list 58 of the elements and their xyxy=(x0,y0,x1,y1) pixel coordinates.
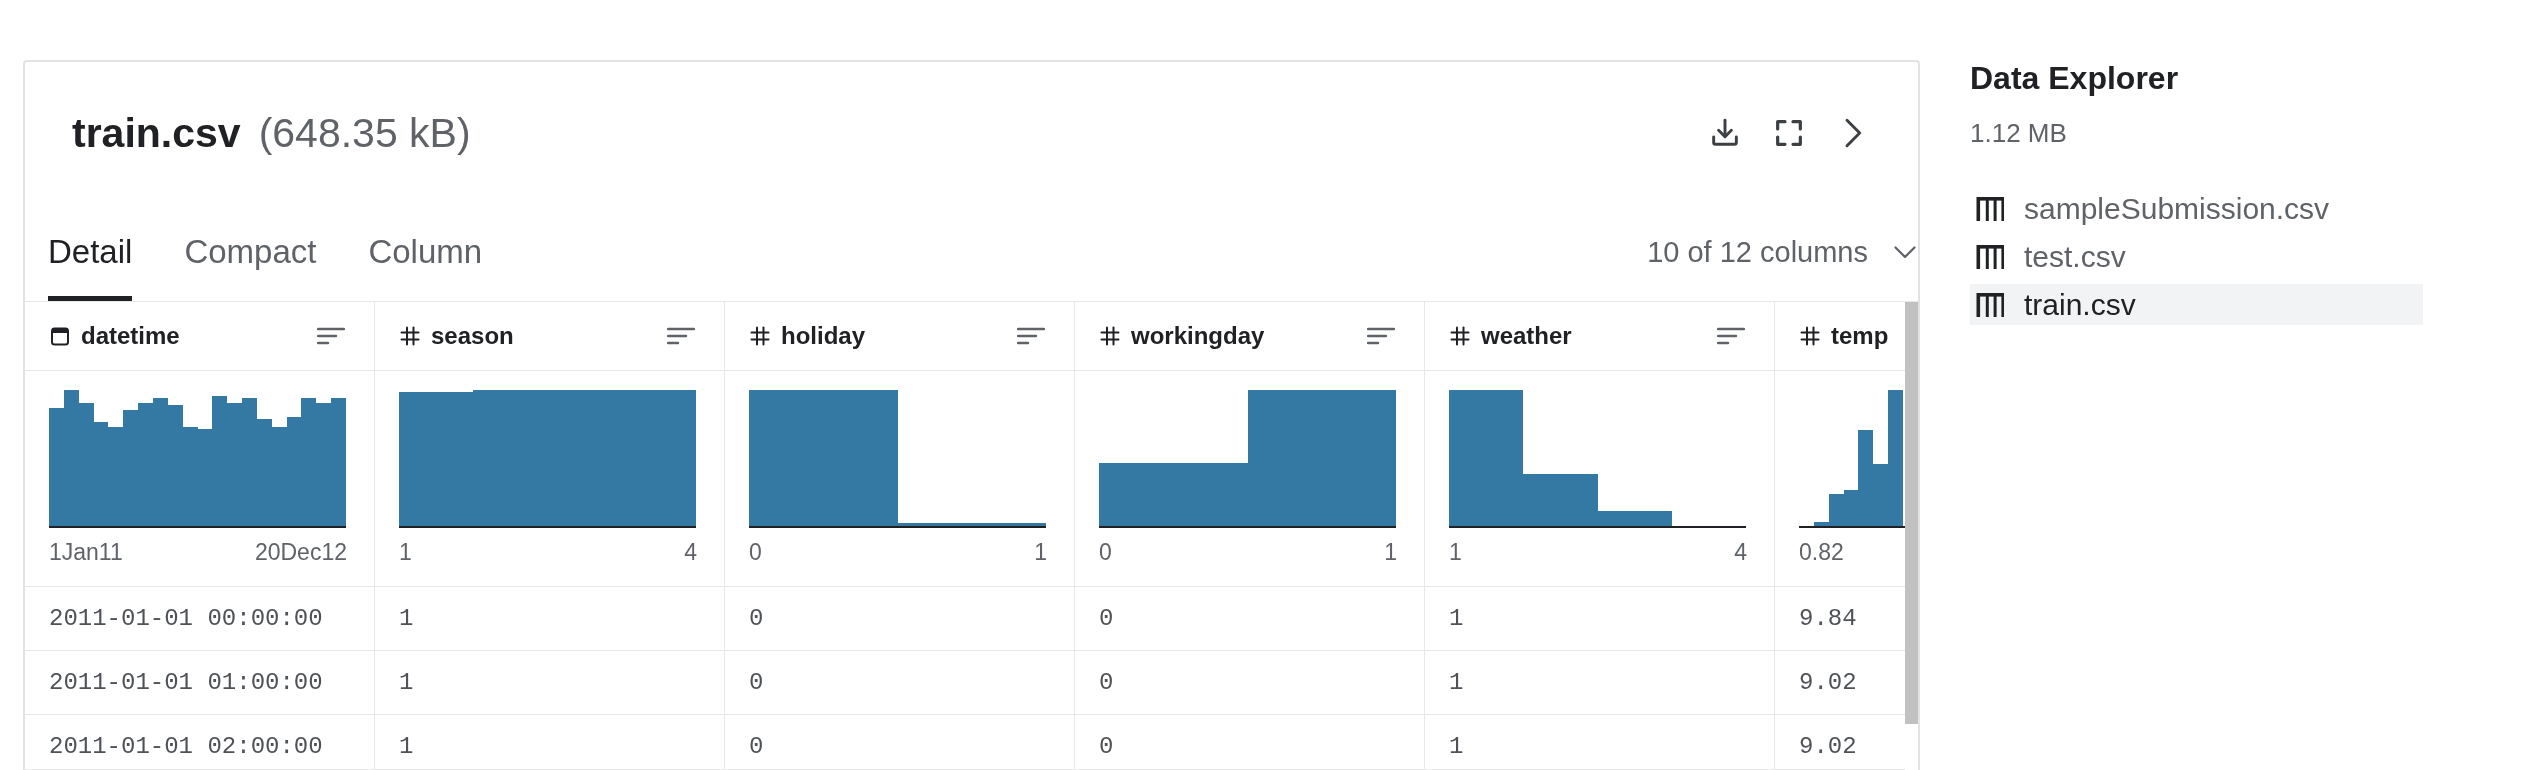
tab[interactable]: Detail xyxy=(48,232,133,301)
panel-title: Data Explorer xyxy=(1970,60,2180,96)
table-cell: 0 xyxy=(725,715,1075,770)
table-cell: 0 xyxy=(1075,587,1425,651)
axis-label: 0 xyxy=(1099,539,1112,565)
table-cell: 1 xyxy=(375,587,725,651)
table-cell: 0 xyxy=(1075,651,1425,715)
column-name: season xyxy=(431,321,514,351)
tab[interactable]: Column xyxy=(368,232,483,301)
table-cell: 9.02 xyxy=(1775,715,1905,770)
table-cell: 0 xyxy=(1075,715,1425,770)
sort-icon[interactable] xyxy=(1367,326,1395,346)
sort-icon[interactable] xyxy=(667,326,695,346)
file-item[interactable]: train.csv xyxy=(1970,284,2423,325)
file-item[interactable]: test.csv xyxy=(1970,236,2423,277)
sort-icon[interactable] xyxy=(1717,326,1745,346)
axis-label: 0 xyxy=(749,539,762,565)
table-cell: 0 xyxy=(725,651,1075,715)
table-cell: 2011-01-01 00:00:00 xyxy=(25,587,375,651)
table-cell: 1 xyxy=(375,651,725,715)
file-item[interactable]: sampleSubmission.csv xyxy=(1970,188,2423,229)
axis-label: 1 xyxy=(1449,539,1462,565)
column-name: datetime xyxy=(81,321,180,351)
table-cell: 1 xyxy=(375,715,725,770)
columns-dropdown[interactable]: 10 of 12 columns xyxy=(1647,232,1917,272)
calendar-icon xyxy=(50,326,70,346)
axis-label: 1 xyxy=(1384,539,1397,565)
column-name: temp xyxy=(1831,321,1889,351)
table-cell: 0 xyxy=(725,587,1075,651)
axis-label: 20Dec12 xyxy=(254,539,347,565)
tab[interactable]: Compact xyxy=(184,232,317,301)
sort-icon[interactable] xyxy=(1017,326,1045,346)
file-title: train.csv xyxy=(72,110,241,156)
axis-label: 1 xyxy=(399,539,412,565)
table-cell: 1 xyxy=(1425,651,1775,715)
axis-label: 1 xyxy=(1034,539,1047,565)
column-name: workingday xyxy=(1131,321,1265,351)
column-name: holiday xyxy=(781,321,865,351)
file-size: (648.35 kB) xyxy=(258,110,471,156)
sort-icon[interactable] xyxy=(317,326,345,346)
table-cell: 2011-01-01 01:00:00 xyxy=(25,651,375,715)
table-cell: 2011-01-01 02:00:00 xyxy=(25,715,375,770)
table-cell: 1 xyxy=(1425,587,1775,651)
axis-label: 4 xyxy=(1734,539,1747,565)
column-name: weather xyxy=(1481,321,1572,351)
hash-icon xyxy=(1450,326,1470,346)
download-button[interactable] xyxy=(1709,117,1741,149)
hash-icon xyxy=(1100,326,1120,346)
hash-icon xyxy=(400,326,420,346)
axis-label: 1Jan11 xyxy=(49,539,123,565)
hash-icon xyxy=(1800,326,1820,346)
scrollbar-thumb[interactable] xyxy=(1905,302,1918,724)
hash-icon xyxy=(750,326,770,346)
dataset-size: 1.12 MB xyxy=(1970,118,2068,148)
axis-label: 0.82 xyxy=(1799,539,1844,565)
axis-label: 4 xyxy=(684,539,697,565)
fullscreen-button[interactable] xyxy=(1773,117,1805,149)
table-cell: 1 xyxy=(1425,715,1775,770)
